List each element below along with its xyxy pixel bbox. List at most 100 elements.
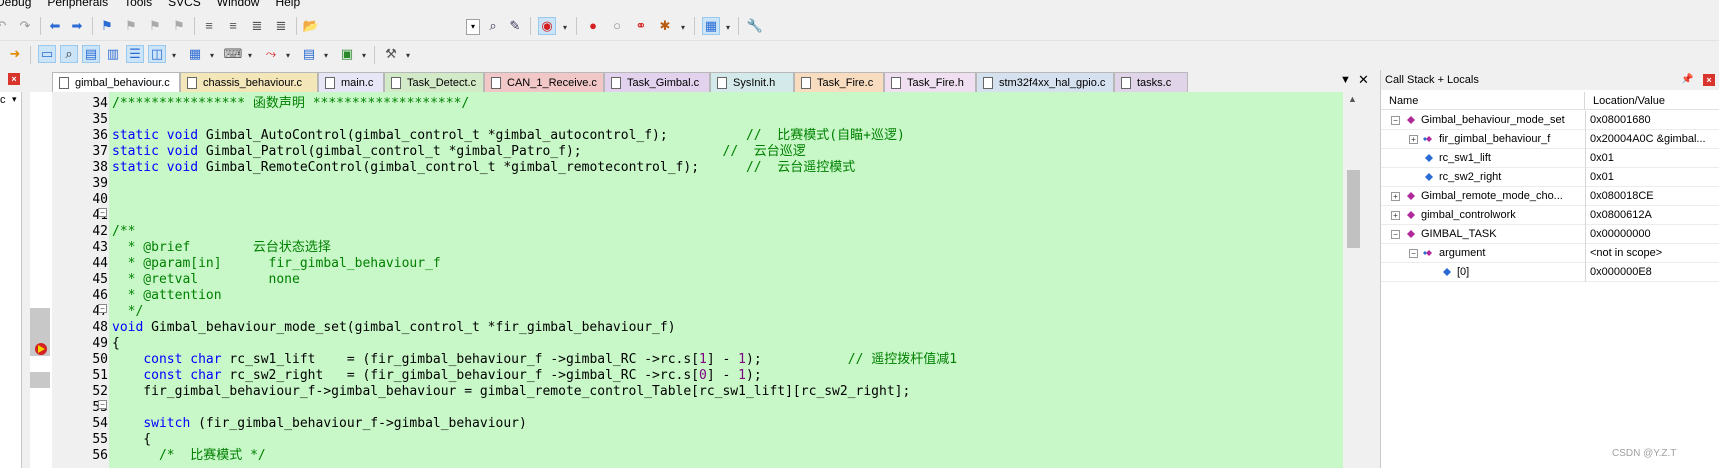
navigate-back-icon[interactable]: ⬅	[46, 17, 64, 35]
next-bookmark-icon[interactable]: ⚑	[146, 17, 164, 35]
code-editor[interactable]: 3435363738394041424344454647484950515253…	[30, 92, 1364, 468]
chevron-down-icon[interactable]: ▾	[563, 23, 567, 32]
bookmark-icon[interactable]: ⚑	[98, 17, 116, 35]
code-line[interactable]: /**************** 函数声明 *****************…	[112, 96, 469, 112]
prev-bookmark-icon[interactable]: ⚑	[122, 17, 140, 35]
call-stack-row[interactable]: + fir_gimbal_behaviour_f 0x20004A0C &gimba…	[1381, 130, 1719, 149]
uncomment-icon[interactable]: ≣	[272, 17, 290, 35]
code-line[interactable]: switch (fir_gimbal_behaviour_f->gimbal_b…	[112, 416, 527, 432]
find-in-files-icon[interactable]: 📂	[302, 17, 320, 35]
call-stack-row[interactable]: rc_sw1_lift 0x01	[1381, 149, 1719, 168]
tab-main[interactable]: main.c	[318, 72, 384, 92]
menu-svcs[interactable]: SVCS	[160, 0, 209, 11]
pin-icon[interactable]: 📌	[1681, 74, 1693, 85]
symbols-window-icon[interactable]: ▤	[82, 45, 100, 63]
breakpoint-gutter[interactable]	[30, 92, 52, 468]
comment-icon[interactable]: ≣	[248, 17, 266, 35]
watch-window-icon[interactable]: ◫	[148, 45, 166, 63]
code-area[interactable]: /**************** 函数声明 *****************…	[109, 92, 1343, 468]
close-tab-icon[interactable]: ✕	[1358, 72, 1369, 88]
chevron-down-icon[interactable]: ▾	[286, 51, 290, 60]
column-header-name[interactable]: Name	[1381, 92, 1585, 110]
code-line[interactable]: const char rc_sw2_right = (fir_gimbal_be…	[112, 368, 761, 384]
code-line[interactable]: {	[112, 432, 151, 448]
registers-window-icon[interactable]: ▥	[104, 45, 122, 63]
editor-vertical-scrollbar[interactable]: ▲	[1343, 92, 1364, 468]
call-stack-row[interactable]: + gimbal_controlwork 0x0800612A	[1381, 206, 1719, 225]
enable-breakpoint-icon[interactable]: ○	[608, 17, 626, 35]
code-line[interactable]: * @attention	[112, 288, 222, 304]
scroll-up-icon[interactable]: ▲	[1348, 94, 1357, 104]
collapse-icon[interactable]: −	[1391, 230, 1400, 239]
expand-icon[interactable]: +	[1409, 135, 1418, 144]
tab-chassis-behaviour[interactable]: chassis_behaviour.c	[180, 72, 318, 92]
tab-stm32f4xx-hal-gpio[interactable]: stm32f4xx_hal_gpio.c	[976, 72, 1114, 92]
tab-sysinit-h[interactable]: SysInit.h	[710, 72, 794, 92]
configure-icon[interactable]: 🔧	[746, 17, 764, 35]
kill-breakpoints-icon[interactable]: ✱	[656, 17, 674, 35]
tab-task-fire-c[interactable]: Task_Fire.c	[794, 72, 884, 92]
chevron-down-icon[interactable]: ▾	[362, 51, 366, 60]
chevron-down-icon[interactable]: ▾	[12, 94, 17, 105]
indent-icon[interactable]: ≡	[200, 17, 218, 35]
call-stack-row[interactable]: − GIMBAL_TASK 0x00000000	[1381, 225, 1719, 244]
fold-collapse-icon[interactable]: −	[98, 400, 107, 409]
collapse-icon[interactable]: −	[1409, 249, 1418, 258]
call-stack-row[interactable]: − Gimbal_behaviour_mode_set 0x08001680	[1381, 111, 1719, 130]
code-line[interactable]: /* 比赛模式 */	[112, 448, 266, 464]
insert-breakpoint-icon[interactable]: ●	[584, 17, 602, 35]
undo-icon[interactable]: ↶	[0, 17, 10, 35]
command-window-icon[interactable]: ▭	[38, 45, 56, 63]
menu-help[interactable]: Help	[267, 0, 308, 11]
tab-list-dropdown-icon[interactable]: ▼	[1340, 74, 1351, 86]
fold-collapse-icon[interactable]: −	[98, 208, 107, 217]
menu-tools[interactable]: Tools	[116, 0, 160, 11]
redo-icon[interactable]: ↷	[16, 17, 34, 35]
collapse-icon[interactable]: −	[1391, 116, 1400, 125]
code-line[interactable]: static void Gimbal_AutoControl(gimbal_co…	[112, 128, 905, 144]
window-layout-icon[interactable]: ▦	[702, 17, 720, 35]
expand-icon[interactable]: +	[1391, 211, 1400, 220]
menu-window[interactable]: Window	[209, 0, 268, 11]
expand-icon[interactable]: +	[1391, 192, 1400, 201]
chevron-down-icon[interactable]: ▾	[324, 51, 328, 60]
menu-peripherals[interactable]: Peripherals	[39, 0, 116, 11]
tab-task-detect[interactable]: Task_Detect.c	[384, 72, 484, 92]
disable-breakpoints-icon[interactable]: ⚭	[632, 17, 650, 35]
call-stack-row[interactable]: + Gimbal_remote_mode_cho... 0x080018CE	[1381, 187, 1719, 206]
code-line[interactable]: static void Gimbal_Patrol(gimbal_control…	[112, 144, 806, 160]
tab-gimbal-behaviour[interactable]: gimbal_behaviour.c	[52, 72, 180, 93]
memory-window-icon[interactable]: ▦	[186, 45, 204, 63]
chevron-down-icon[interactable]: ▾	[681, 23, 685, 32]
fold-collapse-icon[interactable]: −	[98, 304, 107, 313]
analysis-window-icon[interactable]: ⤳	[262, 45, 280, 63]
tab-tasks[interactable]: tasks.c	[1114, 72, 1188, 92]
scrollbar-thumb[interactable]	[1347, 170, 1360, 248]
call-stack-window-icon[interactable]: ☰	[126, 45, 144, 63]
run-to-cursor-icon[interactable]: ➜	[6, 45, 24, 63]
code-line[interactable]: {	[112, 336, 120, 352]
serial-window-icon[interactable]: ⌨	[224, 45, 243, 63]
call-stack-row[interactable]: rc_sw2_right 0x01	[1381, 168, 1719, 187]
code-line[interactable]: const char rc_sw1_lift = (fir_gimbal_beh…	[112, 352, 957, 368]
call-stack-row[interactable]: [0] 0x000000E8	[1381, 263, 1719, 282]
tab-can-1-receive[interactable]: CAN_1_Receive.c	[484, 72, 604, 92]
chevron-down-icon[interactable]: ▾	[726, 23, 730, 32]
close-icon[interactable]: ×	[8, 73, 20, 85]
code-line[interactable]: * @param[in] fir_gimbal_behaviour_f	[112, 256, 441, 272]
trace-window-icon[interactable]: ▤	[300, 45, 318, 63]
tab-task-fire-h[interactable]: Task_Fire.h	[884, 72, 976, 92]
close-icon[interactable]: ×	[1703, 74, 1715, 86]
chevron-down-icon[interactable]: ▾	[210, 51, 214, 60]
menu-debug[interactable]: Debug	[0, 0, 39, 11]
find-combo-dropdown[interactable]: ▾	[466, 19, 480, 35]
incremental-find-icon[interactable]: ✎	[506, 17, 524, 35]
debug-session-icon[interactable]: ◉	[538, 17, 556, 35]
column-header-location-value[interactable]: Location/Value	[1585, 92, 1719, 110]
code-line[interactable]: */	[112, 304, 144, 320]
chevron-down-icon[interactable]: ▾	[406, 51, 410, 60]
code-line[interactable]: /**	[112, 224, 135, 240]
code-line[interactable]: fir_gimbal_behaviour_f->gimbal_behaviour…	[112, 384, 910, 400]
clear-bookmarks-icon[interactable]: ⚑	[170, 17, 188, 35]
navigate-forward-icon[interactable]: ➡	[68, 17, 86, 35]
